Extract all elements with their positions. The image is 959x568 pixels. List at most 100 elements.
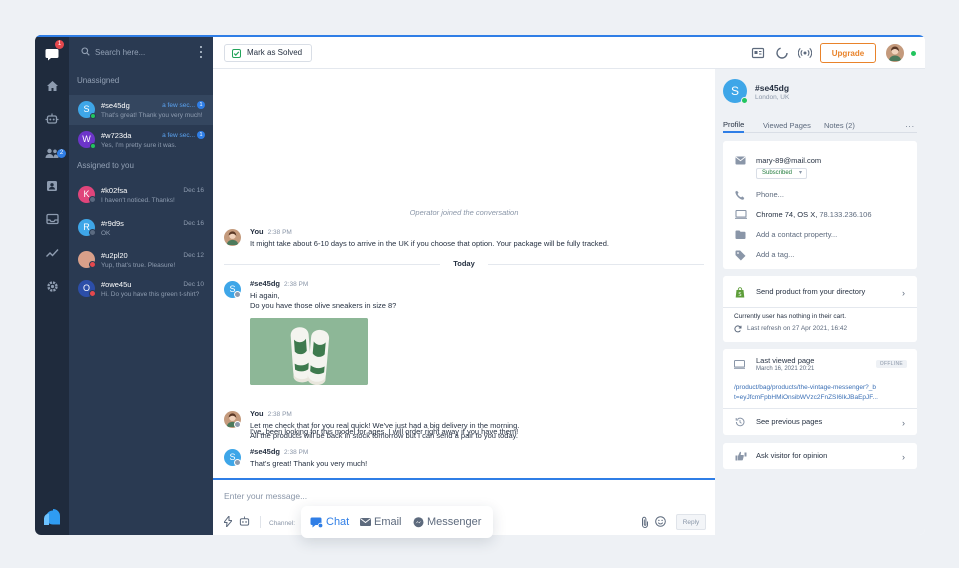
phone-row[interactable]: Phone... <box>723 187 917 203</box>
channel-messenger-option[interactable]: Messenger <box>413 516 481 528</box>
divider <box>723 408 917 409</box>
tab-notes[interactable]: Notes (2) <box>824 117 855 133</box>
visitor-name: #se45dg <box>755 83 790 93</box>
chevron-right-icon: › <box>902 418 905 428</box>
conversation-preview: Yup, that's true. Pleasure! <box>101 262 176 269</box>
chat-toolbar: Mark as Solved Upgrade <box>213 37 925 69</box>
previous-pages-row[interactable]: See previous pages › <box>723 414 917 430</box>
shopify-icon: S <box>735 287 745 298</box>
day-divider: Today <box>224 259 704 269</box>
upgrade-button[interactable]: Upgrade <box>820 43 876 63</box>
send-product-row[interactable]: S Send product from your directory › <box>723 284 917 300</box>
messenger-icon <box>89 229 96 236</box>
message-text: It might take about 6-10 days to arrive … <box>250 239 609 248</box>
tab-profile[interactable]: Profile <box>723 117 745 133</box>
message-text: Hi again, <box>250 291 280 300</box>
add-contact-property: Add a contact property... <box>756 230 838 239</box>
product-image[interactable] <box>250 318 368 385</box>
online-status-dot <box>911 51 916 56</box>
agent-avatar <box>224 229 241 246</box>
reply-button[interactable]: Reply <box>676 514 706 530</box>
inbox-icon[interactable] <box>42 209 62 229</box>
lightning-icon[interactable] <box>224 516 232 527</box>
page-url[interactable]: /product/bag/products/the-vintage-messen… <box>734 384 910 391</box>
chat-icon <box>310 517 324 528</box>
last-refresh: Last refresh on 27 Apr 2021, 16:42 <box>747 325 848 332</box>
message-input[interactable] <box>224 488 694 504</box>
conversation-item[interactable]: W #w723da Yes, I'm pretty sure it was. a… <box>69 125 213 155</box>
chat-icon[interactable]: 1 <box>42 40 64 64</box>
search-input[interactable] <box>95 44 191 60</box>
accent-line <box>35 35 925 37</box>
reports-icon[interactable] <box>42 243 62 263</box>
browser-info: Chrome 74, OS X, 78.133.236.106 <box>756 210 872 219</box>
broadcast-icon[interactable] <box>798 46 812 60</box>
divider <box>723 307 917 308</box>
previous-pages-label: See previous pages <box>756 417 823 426</box>
loading-icon[interactable] <box>775 46 789 60</box>
message-text: Let me check that for you real quick! We… <box>250 421 520 430</box>
bot-icon[interactable] <box>238 516 251 527</box>
attachment-icon[interactable] <box>641 516 649 528</box>
conversation-preview: Yes, I'm pretty sure it was. <box>101 142 177 149</box>
unread-count-badge: 1 <box>197 131 205 139</box>
subscription-dropdown[interactable]: Subscribed <box>756 168 808 179</box>
conversation-item[interactable]: O #owe45u Hi. Do you have this green t-s… <box>69 274 213 304</box>
bot-icon[interactable] <box>42 109 62 129</box>
contact-card-icon[interactable] <box>751 46 765 60</box>
messenger-icon <box>234 421 241 428</box>
conversation-item[interactable]: S #se45dg That's great! Thank you very m… <box>69 95 213 125</box>
contact-property-row[interactable]: Add a contact property... <box>723 227 917 243</box>
team-badge: 2 <box>57 149 66 158</box>
conversation-item[interactable]: K #k02fsa I haven't noticed. Thanks! Dec… <box>69 180 213 210</box>
message-header: #se45dg 2:38 PM <box>250 279 309 288</box>
refresh-icon[interactable] <box>734 325 742 333</box>
messenger-icon <box>234 291 241 298</box>
phone-placeholder: Phone... <box>756 190 784 199</box>
chat-panel: Mark as Solved Upgrade Operator joined t… <box>213 35 925 535</box>
conversation-item[interactable]: #u2pl20 Yup, that's true. Pleasure! Dec … <box>69 245 213 275</box>
contacts-icon[interactable] <box>42 176 62 196</box>
page-url[interactable]: t=eyJfcmFpbHMiOnsibWVzc2FnZSI6IkJBaEpJF.… <box>734 394 910 401</box>
team-icon[interactable]: 2 <box>42 143 66 163</box>
email-row[interactable]: mary-89@mail.com <box>723 153 917 169</box>
mark-solved-button[interactable]: Mark as Solved <box>224 44 313 62</box>
opinion-row[interactable]: Ask visitor for opinion › <box>723 448 917 464</box>
conversation-time: Dec 10 <box>183 281 204 288</box>
folder-icon <box>735 230 746 239</box>
channel-email-option[interactable]: Email <box>360 516 402 528</box>
user-avatar[interactable] <box>886 44 904 62</box>
thumbs-icon <box>735 451 747 461</box>
tag-row[interactable]: Add a tag... <box>723 247 917 263</box>
search-icon <box>81 47 90 56</box>
tab-viewed-pages[interactable]: Viewed Pages <box>763 117 811 133</box>
channel-label: Channel: <box>269 520 296 527</box>
conversation-list: Unassigned S #se45dg That's great! Thank… <box>69 35 235 535</box>
email-value: mary-89@mail.com <box>756 156 822 165</box>
last-viewed-label: Last viewed page <box>756 356 815 365</box>
opinion-card[interactable]: Ask visitor for opinion › <box>723 443 917 469</box>
conversation-name: #owe45u <box>101 280 132 289</box>
conversation-preview: That's great! Thank you very much! <box>101 112 203 119</box>
conversation-item[interactable]: R #r9d9s OK Dec 16 <box>69 213 213 243</box>
history-icon <box>735 417 745 427</box>
conversation-name: #w723da <box>101 131 132 140</box>
icon-rail: 1 2 <box>35 35 69 535</box>
product-card: S Send product from your directory › Cur… <box>723 276 917 342</box>
emoji-icon[interactable] <box>655 516 666 527</box>
conversation-preview: I haven't noticed. Thanks! <box>101 197 175 204</box>
add-tag: Add a tag... <box>756 250 795 259</box>
avatar: W <box>78 131 96 149</box>
phone-icon <box>735 190 745 200</box>
settings-icon[interactable] <box>42 276 62 296</box>
more-icon[interactable]: ... <box>905 120 915 129</box>
home-icon[interactable] <box>42 76 62 96</box>
visitor-avatar: S <box>723 79 748 104</box>
channel-selector: Chat Email Messenger <box>301 506 493 538</box>
mail-icon <box>360 518 371 527</box>
message-header: You 2:38 PM <box>250 409 292 418</box>
channel-chat-option[interactable]: Chat <box>310 516 349 528</box>
visitor-tabs: Profile Viewed Pages Notes (2) ... <box>723 117 917 133</box>
more-options-icon[interactable] <box>198 46 204 58</box>
search-bar <box>69 35 213 69</box>
